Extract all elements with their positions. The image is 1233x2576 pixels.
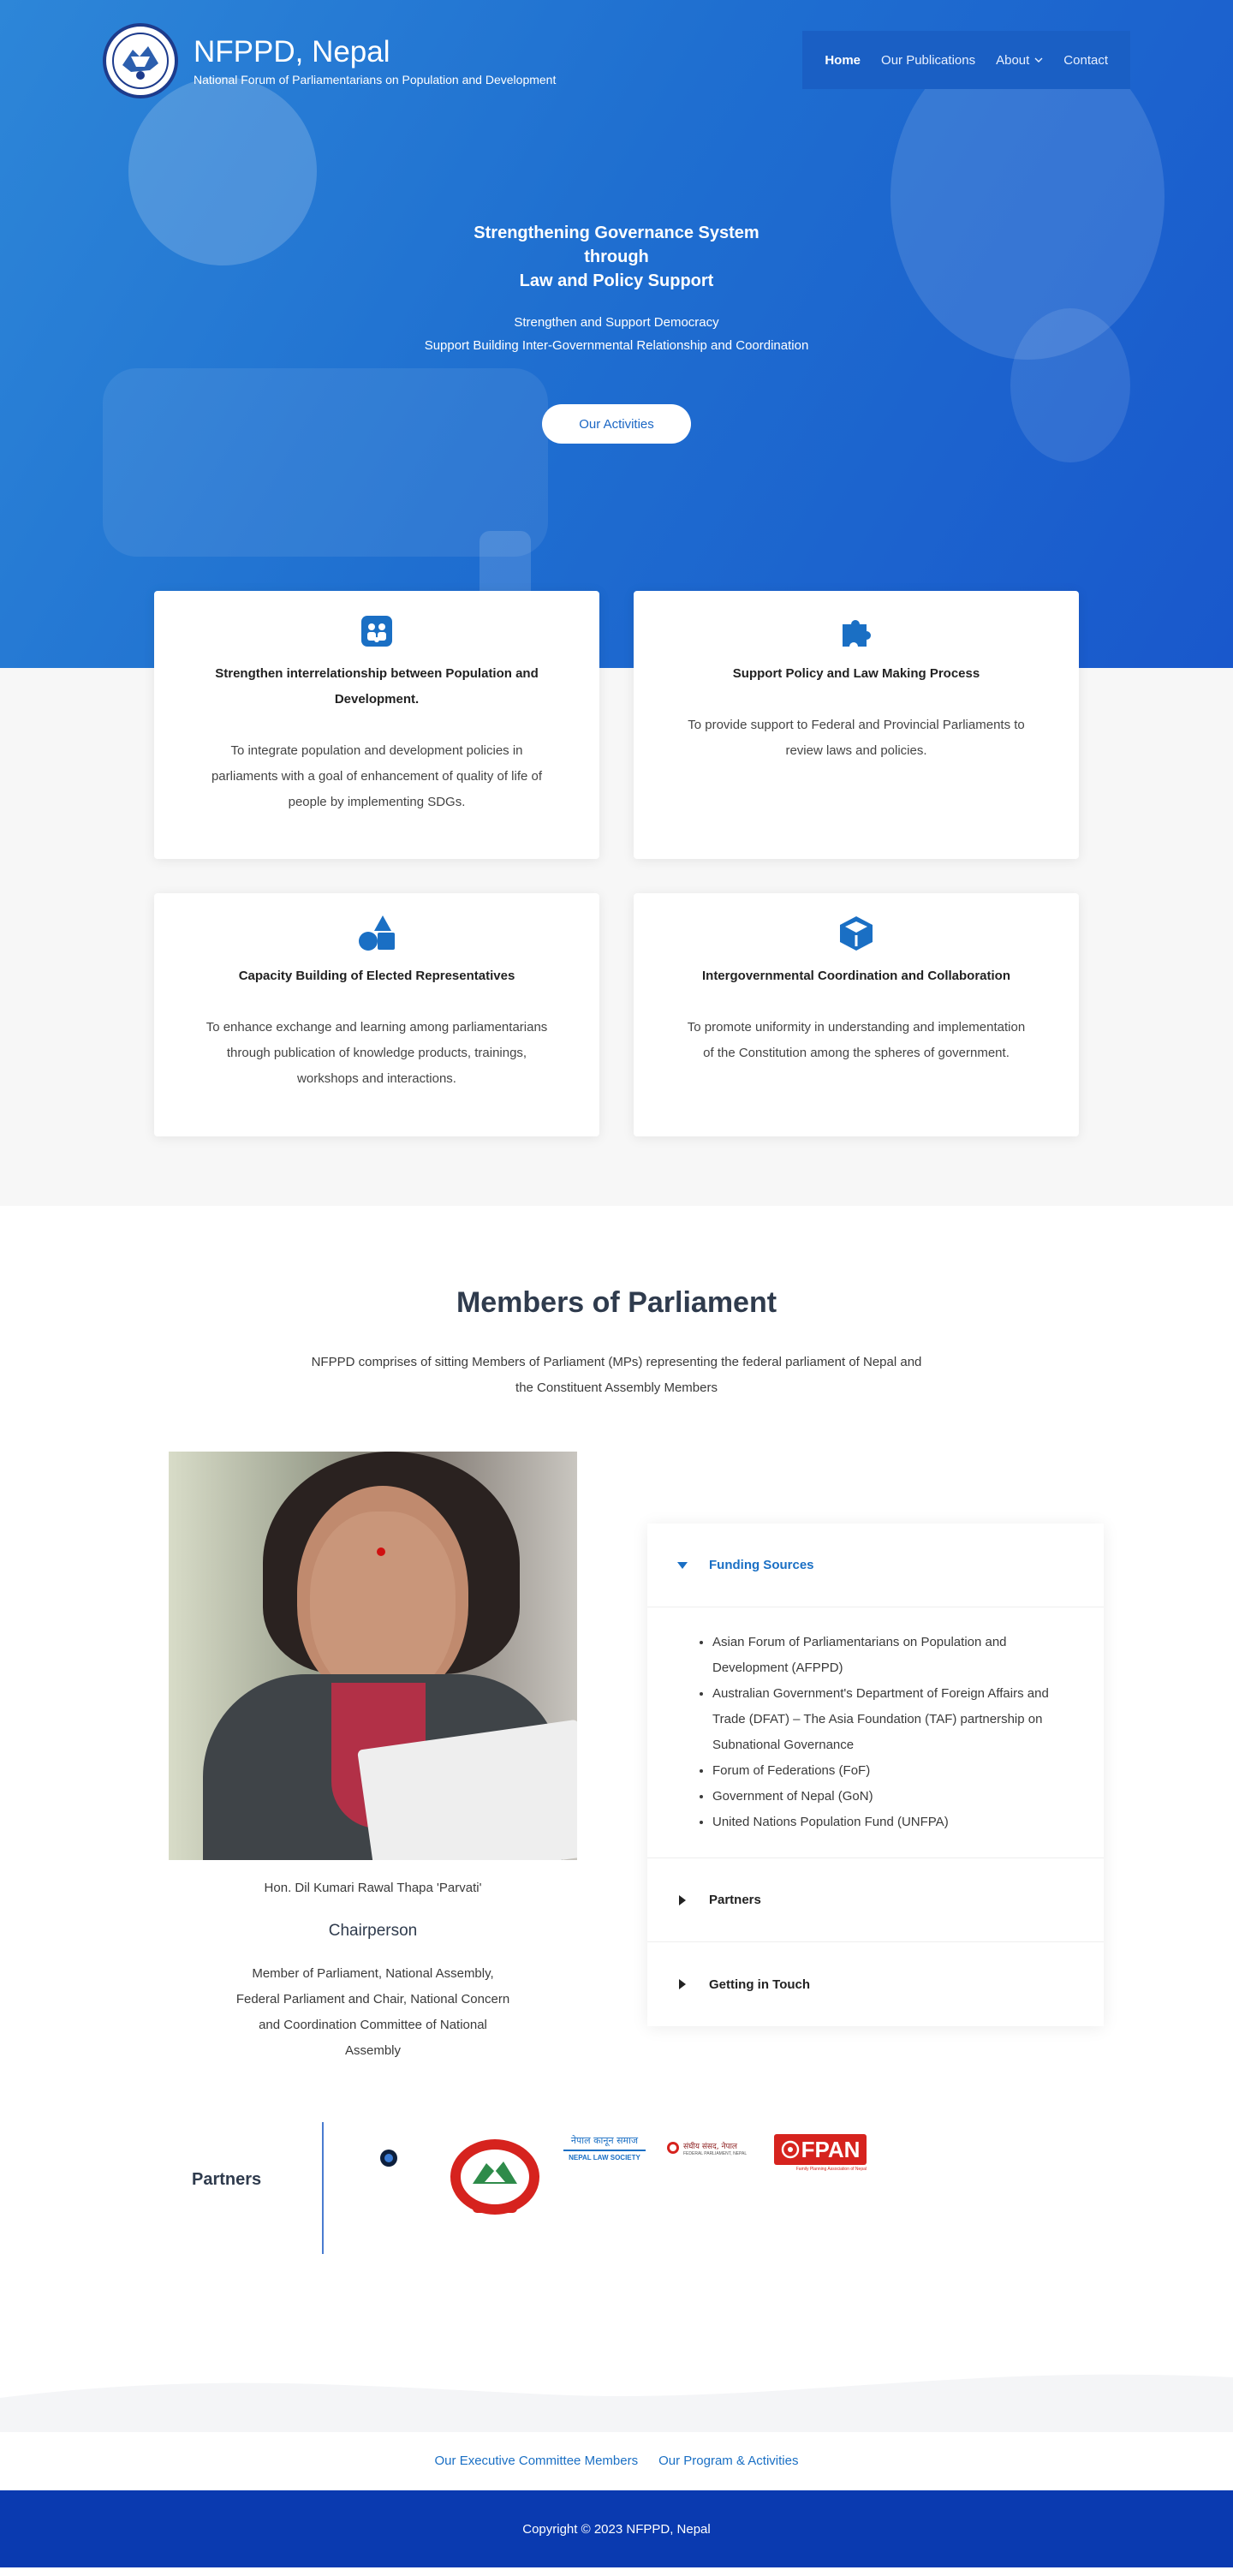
partners-label: Partners [192, 2170, 262, 2189]
feature-card-title: Support Policy and Law Making Process [732, 666, 980, 681]
feature-card-title: Strengthen interrelationship between Pop… [215, 666, 539, 707]
partner-logo-moon[interactable] [349, 2146, 409, 2240]
accordion-partners[interactable]: Partners [647, 1858, 1104, 1942]
list-item: Forum of Federations (FoF) [712, 1758, 1069, 1784]
law-society-english-name: NEPAL LAW SOCIETY [569, 2154, 640, 2162]
footer-link-program-activities[interactable]: Our Program & Activities [658, 2454, 798, 2468]
parliament-emblem-icon [667, 2142, 679, 2154]
feature-card: Support Policy and Law Making Process To… [634, 591, 1079, 859]
list-item: United Nations Population Fund (UNFPA) [712, 1810, 1069, 1835]
nepal-emblem-icon [450, 2139, 539, 2215]
nav-contact[interactable]: Contact [1053, 53, 1118, 68]
fpan-emblem-icon [781, 2140, 799, 2159]
feature-card-text: To integrate population and development … [211, 743, 543, 809]
info-accordion: Funding Sources Asian Forum of Parliamen… [647, 1524, 1104, 2026]
chairperson-description: Member of Parliament, National Assembly,… [235, 1966, 510, 2058]
puzzle-icon [837, 611, 876, 651]
fpan-subtitle: Family Planning Association of Nepal [795, 2167, 867, 2172]
funding-sources-list: Asian Forum of Parliamentarians on Popul… [695, 1630, 1069, 1835]
hero-section: NFPPD, Nepal National Forum of Parliamen… [0, 0, 1233, 668]
list-item: Government of Nepal (GoN) [712, 1784, 1069, 1810]
accordion-funding-sources[interactable]: Funding Sources [647, 1524, 1104, 1607]
fpan-wordmark: FPAN [801, 2136, 861, 2162]
site-logo[interactable] [103, 23, 178, 98]
chevron-down-icon [1034, 57, 1043, 63]
main-nav: Home Our Publications About Contact [802, 31, 1130, 89]
brand: NFPPD, Nepal National Forum of Parliamen… [194, 35, 556, 86]
copyright-bar: Copyright © 2023 NFPPD, Nepal [0, 2490, 1233, 2567]
hero-heading-line2: through [584, 247, 649, 266]
feature-card: Capacity Building of Elected Representat… [154, 893, 599, 1136]
members-section: Members of Parliament NFPPD comprises of… [0, 1206, 1233, 2079]
hero-heading-line3: Law and Policy Support [519, 271, 714, 290]
partner-logo-nepal-law-society[interactable]: नेपाल कानून समाज NEPAL LAW SOCIETY [560, 2134, 649, 2168]
funding-sources-content: Asian Forum of Parliamentarians on Popul… [647, 1607, 1104, 1858]
hero-heading-line1: Strengthening Governance System [474, 224, 759, 242]
hero-subline-2: Support Building Inter-Governmental Rela… [424, 338, 809, 353]
hero-background-shape [103, 368, 548, 557]
feature-card-title: Capacity Building of Elected Representat… [238, 969, 515, 983]
nav-publications[interactable]: Our Publications [871, 53, 986, 68]
footer-link-executive-committee[interactable]: Our Executive Committee Members [435, 2454, 639, 2468]
feature-card-text: To promote uniformity in understanding a… [687, 1020, 1026, 1060]
partner-logo-fpan[interactable]: FPAN Family Planning Association of Nepa… [774, 2134, 867, 2172]
crescent-logo-icon [358, 2150, 397, 2232]
accordion-title: Funding Sources [709, 1558, 814, 1572]
users-icon [357, 611, 396, 651]
nav-about-label: About [996, 52, 1030, 68]
accordion-title: Getting in Touch [709, 1977, 811, 1992]
partner-logo-federal-parliament[interactable]: संघीय संसद, नेपाल FEDERAL PARLIAMENT, NE… [666, 2134, 755, 2162]
members-title: Members of Parliament [456, 1286, 777, 1319]
nav-home[interactable]: Home [814, 53, 871, 68]
feature-card-title: Intergovernmental Coordination and Colla… [701, 969, 1010, 983]
hero-subline-1: Strengthen and Support Democracy [514, 315, 719, 330]
hero-text: Strengthening Governance System through … [0, 221, 1233, 353]
site-footer: Our Executive Committee Members Our Prog… [0, 2430, 1233, 2567]
feature-card: Intergovernmental Coordination and Colla… [634, 893, 1079, 1136]
partners-divider [322, 2122, 324, 2254]
site-header: NFPPD, Nepal National Forum of Parliamen… [103, 22, 1130, 99]
chairperson-role: Chairperson [328, 1922, 418, 1940]
federal-native-name: संघीय संसद, नेपाल [683, 2142, 738, 2151]
feature-card-text: To provide support to Federal and Provin… [688, 718, 1025, 758]
partner-logo-nepal-emblem[interactable] [447, 2138, 543, 2220]
our-activities-button[interactable]: Our Activities [542, 404, 691, 444]
list-item: Asian Forum of Parliamentarians on Popul… [712, 1630, 1069, 1681]
footer-wave [0, 2374, 1233, 2432]
accordion-getting-in-touch[interactable]: Getting in Touch [647, 1942, 1104, 2026]
nav-about[interactable]: About [986, 53, 1053, 68]
caret-right-icon [673, 1894, 692, 1905]
emblem-icon [112, 33, 169, 89]
site-title[interactable]: NFPPD, Nepal [194, 35, 556, 69]
feature-card-text: To enhance exchange and learning among p… [206, 1020, 548, 1086]
members-intro: NFPPD comprises of sitting Members of Pa… [311, 1355, 922, 1395]
partners-section: Partners नेपाल कानून समाज NEPAL LAW SOCI… [0, 2079, 1233, 2432]
footer-links: Our Executive Committee Members Our Prog… [0, 2430, 1233, 2490]
feature-card: Strengthen interrelationship between Pop… [154, 591, 599, 859]
copyright-text: Copyright © 2023 NFPPD, Nepal [522, 2521, 711, 2537]
caret-right-icon [673, 1979, 692, 1989]
law-society-native-name: नेपाल कानून समाज [570, 2135, 639, 2146]
caret-down-icon [673, 1561, 692, 1569]
shapes-icon [357, 914, 396, 953]
feature-cards: Strengthen interrelationship between Pop… [154, 591, 1079, 1136]
site-tagline: National Forum of Parliamentarians on Po… [194, 73, 557, 86]
chairperson-photo [169, 1452, 577, 1860]
accordion-title: Partners [709, 1893, 761, 1907]
federal-english-name: FEDERAL PARLIAMENT, NEPAL [683, 2150, 748, 2156]
cube-icon [837, 914, 876, 953]
list-item: Australian Government's Department of Fo… [712, 1681, 1069, 1758]
chairperson-name: Hon. Dil Kumari Rawal Thapa 'Parvati' [264, 1881, 482, 1895]
